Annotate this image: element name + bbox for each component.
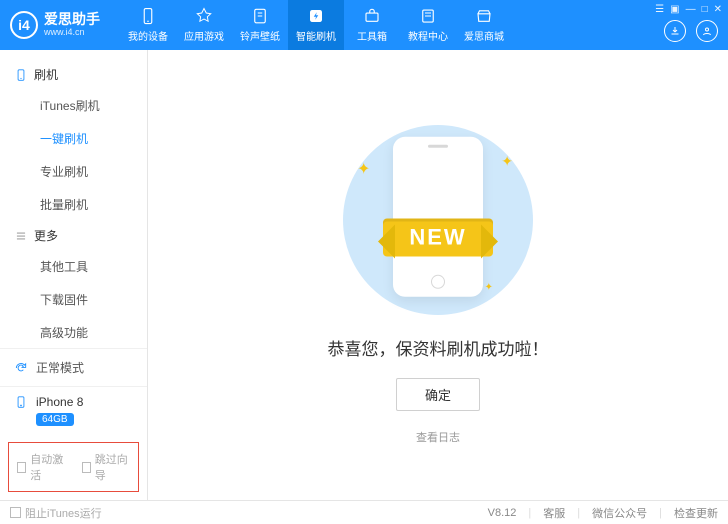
list-icon [14,229,28,243]
sidebar-item-pro-flash[interactable]: 专业刷机 [40,155,133,188]
success-illustration: ✦ ✦ ✦ NEW [343,125,533,315]
nav-ringtones[interactable]: 铃声壁纸 [232,0,288,50]
support-link[interactable]: 客服 [543,505,565,521]
view-log-link[interactable]: 查看日志 [416,429,460,445]
brand-logo: i4 爱思助手 www.i4.cn [10,11,100,39]
auto-activate-checkbox[interactable]: 自动激活 [17,451,66,483]
nav-toolbox[interactable]: 工具箱 [344,0,400,50]
bottom-checkboxes: 自动激活 跳过向导 [8,442,139,492]
maximize-icon[interactable]: □ [702,4,708,15]
skin-icon[interactable]: ▣ [670,4,679,15]
download-icon[interactable] [664,20,686,42]
nav-store[interactable]: 爱思商城 [456,0,512,50]
menu-icon[interactable]: ☰ [655,4,664,15]
sparkle-icon: ✦ [501,153,513,170]
refresh-icon [14,361,28,375]
minimize-icon[interactable]: — [686,4,696,15]
version-label: V8.12 [488,507,517,519]
wechat-link[interactable]: 微信公众号 [592,505,647,521]
status-bar: 阻止iTunes运行 V8.12| 客服| 微信公众号| 检查更新 [0,500,728,524]
main-panel: ✦ ✦ ✦ NEW 恭喜您，保资料刷机成功啦！ 确定 查看日志 [148,50,728,500]
top-bar: i4 爱思助手 www.i4.cn 我的设备 应用游戏 铃声壁纸 智能刷机 工具… [0,0,728,50]
sidebar-item-onekey-flash[interactable]: 一键刷机 [40,122,133,155]
window-controls: ☰ ▣ — □ ✕ [655,4,722,15]
storage-badge: 64GB [36,413,74,426]
sidebar-group-flash[interactable]: 刷机 [14,60,133,89]
device-row[interactable]: iPhone 8 64GB [0,387,147,436]
sparkle-icon: ✦ [485,282,493,293]
sparkle-icon: ✦ [357,159,370,179]
close-icon[interactable]: ✕ [714,4,722,15]
phone-icon [14,68,28,82]
brand-title: 爱思助手 [44,12,100,27]
sidebar-item-other-tools[interactable]: 其他工具 [40,250,133,283]
new-ribbon: NEW [383,219,492,257]
device-icon [14,395,28,409]
block-itunes-checkbox[interactable]: 阻止iTunes运行 [10,505,102,521]
sidebar-item-download-fw[interactable]: 下载固件 [40,283,133,316]
nav-apps[interactable]: 应用游戏 [176,0,232,50]
logo-icon: i4 [10,11,38,39]
nav-my-device[interactable]: 我的设备 [120,0,176,50]
ok-button[interactable]: 确定 [396,378,480,411]
brand-subtitle: www.i4.cn [44,28,100,38]
nav-tutorials[interactable]: 教程中心 [400,0,456,50]
success-message: 恭喜您，保资料刷机成功啦！ [328,335,549,360]
sidebar-group-more[interactable]: 更多 [14,221,133,250]
check-update-link[interactable]: 检查更新 [674,505,718,521]
device-mode-row[interactable]: 正常模式 [0,349,147,387]
sidebar-item-advanced[interactable]: 高级功能 [40,316,133,348]
user-icon[interactable] [696,20,718,42]
sidebar-item-batch-flash[interactable]: 批量刷机 [40,188,133,221]
sidebar: 刷机 iTunes刷机 一键刷机 专业刷机 批量刷机 更多 其他工具 下载固件 … [0,50,148,500]
nav-flash[interactable]: 智能刷机 [288,0,344,50]
skip-wizard-checkbox[interactable]: 跳过向导 [82,451,131,483]
sidebar-item-itunes-flash[interactable]: iTunes刷机 [40,89,133,122]
nav-tabs: 我的设备 应用游戏 铃声壁纸 智能刷机 工具箱 教程中心 爱思商城 [120,0,512,50]
